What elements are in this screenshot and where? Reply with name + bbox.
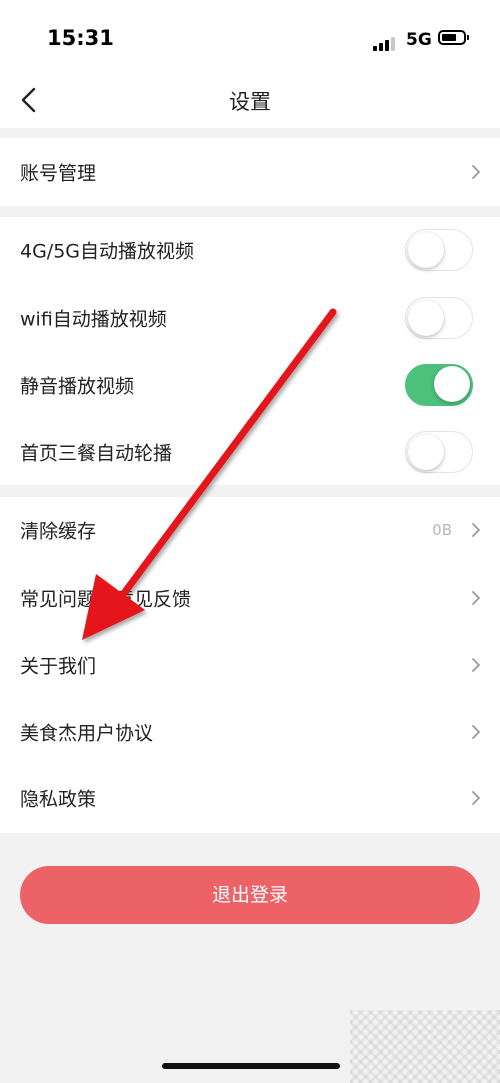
chevron-right-icon [472, 791, 480, 805]
row-label: 首页三餐自动轮播 [20, 442, 173, 465]
row-label: 隐私政策 [20, 788, 97, 811]
status-bar: 15:31 5G [0, 0, 500, 78]
chevron-right-icon [472, 725, 480, 739]
mute-playback-row: 静音播放视频 [0, 352, 500, 418]
clear-cache-row[interactable]: 清除缓存 0B [0, 497, 500, 563]
home-indicator [162, 1063, 340, 1069]
network-type: 5G [406, 30, 432, 50]
playback-settings-group: 4G/5G自动播放视频 wifi自动播放视频 静音播放视频 首页三餐自动轮播 [0, 217, 500, 485]
mute-playback-toggle[interactable] [405, 364, 473, 406]
about-us-row[interactable]: 关于我们 [0, 632, 500, 698]
chevron-right-icon [472, 591, 480, 605]
battery-icon [438, 30, 469, 45]
homepage-carousel-toggle[interactable] [405, 431, 473, 473]
toggle-knob [434, 366, 470, 402]
row-label: 4G/5G自动播放视频 [20, 240, 195, 263]
row-label: 常见问题与意见反馈 [20, 588, 192, 611]
row-label: wifi自动播放视频 [20, 308, 167, 331]
account-settings-group: 账号管理 [0, 138, 500, 206]
page-title: 设置 [229, 90, 271, 114]
faq-feedback-row[interactable]: 常见问题与意见反馈 [0, 565, 500, 631]
toggle-knob [408, 434, 444, 470]
autoplay-wifi-row: wifi自动播放视频 [0, 285, 500, 351]
toggle-knob [408, 300, 444, 336]
autoplay-cellular-toggle[interactable] [405, 229, 473, 271]
cache-size-value: 0B [432, 521, 452, 539]
status-time: 15:31 [47, 26, 114, 50]
chevron-right-icon [472, 165, 480, 179]
watermark [350, 1010, 500, 1083]
chevron-right-icon [472, 523, 480, 537]
row-label: 账号管理 [20, 162, 97, 185]
user-agreement-row[interactable]: 美食杰用户协议 [0, 699, 500, 765]
nav-bar: 设置 [0, 78, 500, 128]
logout-button[interactable]: 退出登录 [20, 866, 480, 924]
row-label: 关于我们 [20, 655, 97, 678]
signal-icon [373, 32, 397, 51]
autoplay-cellular-row: 4G/5G自动播放视频 [0, 217, 500, 283]
autoplay-wifi-toggle[interactable] [405, 297, 473, 339]
toggle-knob [408, 232, 444, 268]
row-label: 清除缓存 [20, 520, 97, 543]
general-settings-group: 清除缓存 0B 常见问题与意见反馈 关于我们 美食杰用户协议 隐私政策 [0, 497, 500, 833]
row-label: 美食杰用户协议 [20, 722, 154, 745]
chevron-right-icon [472, 658, 480, 672]
privacy-policy-row[interactable]: 隐私政策 [0, 765, 500, 831]
homepage-carousel-row: 首页三餐自动轮播 [0, 419, 500, 485]
account-management-row[interactable]: 账号管理 [0, 139, 500, 205]
row-label: 静音播放视频 [20, 375, 135, 398]
